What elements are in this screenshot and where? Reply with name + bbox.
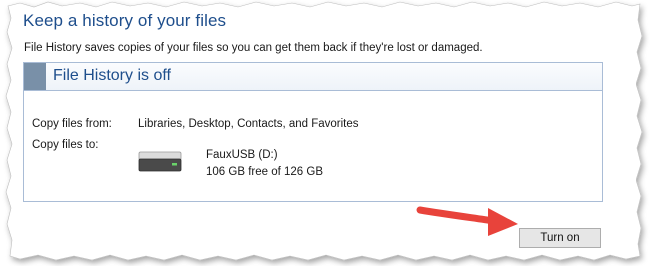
status-header-bar: File History is off <box>24 63 602 91</box>
page-description: File History saves copies of your files … <box>24 42 483 54</box>
drive-free-space: 106 GB free of 126 GB <box>206 166 323 178</box>
status-box: File History is off Copy files from: Lib… <box>23 62 603 202</box>
annotation-arrow-icon <box>416 206 518 236</box>
copy-from-value: Libraries, Desktop, Contacts, and Favori… <box>138 118 359 130</box>
status-accent-block <box>24 63 46 90</box>
copy-from-label: Copy files from: <box>32 118 112 130</box>
drive-icon <box>138 151 182 172</box>
turn-on-button[interactable]: Turn on <box>519 228 601 248</box>
file-history-panel: Keep a history of your files File Histor… <box>16 8 636 254</box>
page-title: Keep a history of your files <box>23 11 227 30</box>
drive-name: FauxUSB (D:) <box>206 149 278 161</box>
copy-to-label: Copy files to: <box>32 139 99 151</box>
status-title: File History is off <box>53 67 171 84</box>
